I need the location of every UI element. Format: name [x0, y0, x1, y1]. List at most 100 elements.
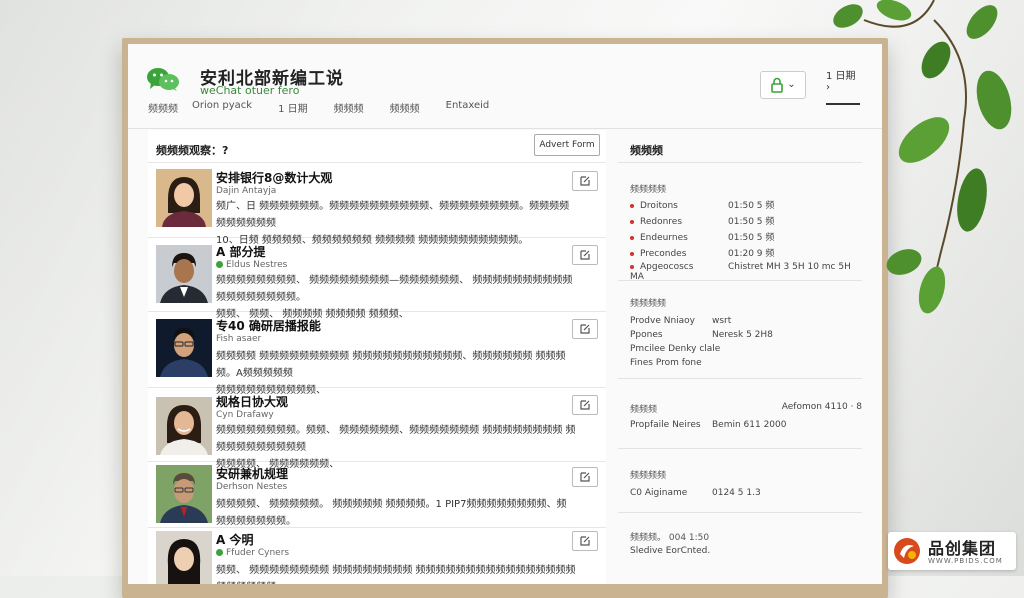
- edit-button[interactable]: [572, 245, 598, 265]
- avatar: [156, 169, 212, 227]
- list-panel: 频频频观察：? Advert Form 安排银行8@数计大观 Dajin Ant…: [148, 130, 606, 584]
- edit-button[interactable]: [572, 531, 598, 551]
- detail-key: C0 Aiginame: [630, 488, 688, 498]
- detail-value: Bemin 611 2000: [712, 420, 787, 430]
- avatar: [156, 319, 212, 377]
- item-name: 安研兼机规理: [216, 467, 289, 481]
- item-subtitle: Ffuder Cyners: [216, 548, 289, 558]
- nav-item-5[interactable]: Entaxeid: [446, 100, 490, 115]
- wechat-logo-icon: [147, 68, 179, 91]
- details-divider: [618, 512, 862, 513]
- section-heading: 频频频频: [630, 185, 667, 195]
- item-subtitle: Derhson Nestes: [216, 482, 287, 492]
- avatar: [156, 531, 212, 584]
- detail-value: 01:50 5 频: [728, 217, 775, 227]
- avatar: [156, 397, 212, 455]
- section-heading: 频频频频: [630, 299, 667, 309]
- chevron-down-icon: ⌄: [787, 79, 796, 90]
- detail-key: Prodve Nniaoy: [630, 316, 695, 326]
- edit-button[interactable]: [572, 395, 598, 415]
- item-body-line: 频频频频频频频频。频频、 频频频频频频、频频频频频频频 频频频频频频频频 频频频…: [216, 425, 576, 453]
- lock-icon: [771, 77, 784, 93]
- detail-value: 01:20 9 频: [728, 249, 775, 259]
- section-heading-value: Aefomon 4110 · 8: [781, 402, 862, 412]
- edit-icon: [580, 536, 590, 546]
- watermark: 品创集团 WWW.PBIDS.COM: [888, 532, 1016, 570]
- item-body-line: 频频、 频频频频频频频频 频频频频频频频频 频频频频频频频频频频频频频频频频频频…: [216, 565, 576, 584]
- watermark-url: WWW.PBIDS.COM: [928, 557, 1003, 565]
- detail-text: Sledive EorCnted.: [630, 546, 711, 556]
- list-item[interactable]: 专40 确研居播报能 Fish asaer 频频频频 频频频频频频频频频 频频频…: [148, 311, 606, 396]
- nav-item-0[interactable]: 频频频: [148, 100, 178, 115]
- section-heading: 频频频频: [630, 471, 667, 481]
- app-subtitle: weChat otuer fero: [200, 84, 300, 97]
- verified-icon: [216, 549, 223, 556]
- edit-icon: [580, 324, 590, 334]
- item-body-line: 频频频频频频频频、 频频频频频频频频—频频频频频频、 频频频频频频频频频频频频频…: [216, 275, 573, 303]
- detail-key: Ppones: [630, 330, 663, 340]
- edit-icon: [580, 472, 590, 482]
- plant-leaves-decoration: [833, 0, 1012, 314]
- watermark-name: 品创集团: [928, 539, 997, 558]
- bullet-icon: [630, 235, 634, 240]
- item-name: 安排银行8@数计大观: [216, 171, 333, 185]
- section-heading: 频频频: [630, 405, 658, 415]
- details-divider: [618, 378, 862, 379]
- advert-form-button[interactable]: Advert Form: [534, 134, 600, 156]
- app-window: 安利北部新编工说 weChat otuer fero 频频频 Orion pya…: [128, 44, 882, 584]
- edit-icon: [580, 176, 590, 186]
- avatar: [156, 245, 212, 303]
- list-item[interactable]: 规格日协大观 Cyn Drafawy 频频频频频频频频。频频、 频频频频频频、频…: [148, 387, 606, 470]
- nav-item-1[interactable]: Orion pyack: [192, 100, 252, 115]
- item-body: 频频频频、 频频频频频。 频频频频频 频频频频。1 PIP7频频频频频频频频、频…: [216, 496, 576, 530]
- edit-icon: [580, 250, 590, 260]
- item-subtitle-text: Ffuder Cyners: [226, 548, 290, 558]
- nav-item-4[interactable]: 频频频: [390, 100, 420, 115]
- brand-logo-icon: [894, 538, 920, 564]
- detail-value: 01:50 5 频: [728, 233, 775, 243]
- bullet-icon: [630, 251, 634, 256]
- detail-key: Apgeocoscs: [640, 262, 694, 272]
- detail-key: Endeurnes: [640, 233, 688, 243]
- detail-row: C0 Aiginame 0124 5 1.3: [630, 488, 862, 498]
- item-subtitle-text: Derhson Nestes: [216, 482, 288, 492]
- list-item[interactable]: A 今明 Ffuder Cyners 频频、 频频频频频频频频 频频频频频频频频…: [148, 527, 606, 584]
- detail-value: 01:50 5 频: [728, 201, 775, 211]
- item-body: 频频、 频频频频频频频频 频频频频频频频频 频频频频频频频频频频频频频频频频频频…: [216, 562, 576, 584]
- edit-button[interactable]: [572, 319, 598, 339]
- nav-item-2[interactable]: 1 日期: [278, 100, 308, 115]
- top-nav: 频频频 Orion pyack 1 日期 频频频 频频频 Entaxeid: [148, 100, 515, 115]
- item-subtitle-text: Cyn Drafawy: [216, 410, 274, 420]
- detail-key: Precondes: [640, 249, 687, 259]
- list-item[interactable]: 安排银行8@数计大观 Dajin Antayja 频广、日 频频频频频频。频频频…: [148, 163, 606, 246]
- detail-value: wsrt: [712, 316, 732, 326]
- detail-row: Ppones Neresk 5 2H8: [630, 330, 862, 340]
- item-subtitle-text: Fish asaer: [216, 334, 262, 344]
- edit-button[interactable]: [572, 467, 598, 487]
- detail-key: Droitons: [640, 201, 678, 211]
- header-divider: [128, 128, 882, 129]
- detail-row: Propfaile Neires Bemin 611 2000: [630, 420, 862, 430]
- edit-button[interactable]: [572, 171, 598, 191]
- detail-text: Pmcilee Denky clale: [630, 344, 721, 354]
- item-subtitle: Fish asaer: [216, 334, 261, 344]
- nav-item-3[interactable]: 频频频: [334, 100, 364, 115]
- verified-icon: [216, 261, 223, 268]
- list-item[interactable]: A 部分提 Eldus Nestres 频频频频频频频频、 频频频频频频频频—频…: [148, 237, 606, 320]
- details-title: 频频频: [630, 144, 663, 157]
- bullet-icon: [630, 219, 634, 224]
- list-heading: 频频频观察：?: [156, 144, 229, 157]
- avatar: [156, 465, 212, 523]
- item-subtitle: Eldus Nestres: [216, 260, 287, 270]
- bullet-icon: [630, 203, 634, 208]
- list-item[interactable]: 安研兼机规理 Derhson Nestes 频频频频、 频频频频频。 频频频频频…: [148, 461, 606, 528]
- detail-key: Propfaile Neires: [630, 420, 701, 430]
- edit-icon: [580, 400, 590, 410]
- item-name: A 部分提: [216, 245, 266, 259]
- item-subtitle: Cyn Drafawy: [216, 410, 274, 420]
- detail-value: 0124 5 1.3: [712, 488, 761, 498]
- detail-text: Fines Prom fone: [630, 358, 702, 368]
- account-dropdown-button[interactable]: ⌄: [760, 70, 806, 99]
- item-body-line: 频广、日 频频频频频频。频频频频频频频频频频、频频频频频频频频。频频频频频频频频…: [216, 201, 570, 229]
- item-name: 专40 确研居播报能: [216, 319, 321, 333]
